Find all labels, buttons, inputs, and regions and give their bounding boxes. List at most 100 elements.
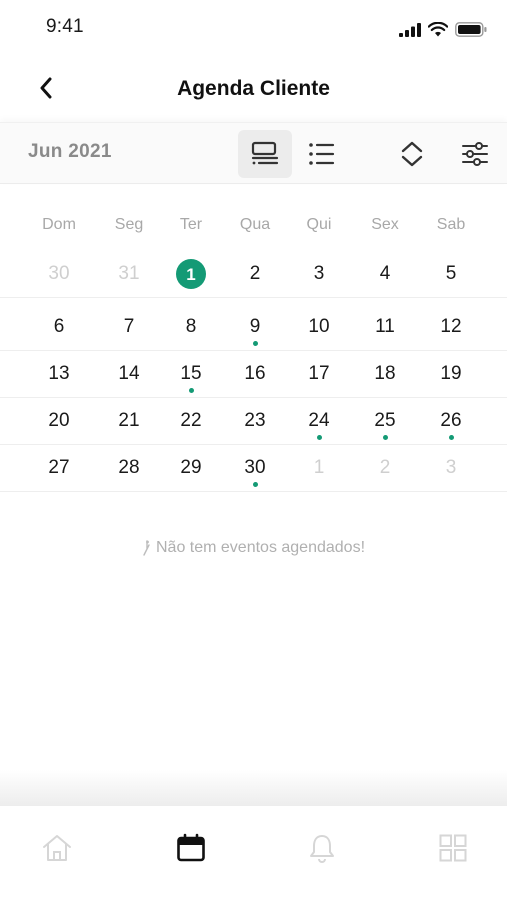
event-dot [382,435,388,440]
event-dot [316,435,322,440]
day-number: 15 [180,363,202,384]
calendar-day[interactable]: 26 [421,398,481,445]
calendar-day[interactable]: 29 [161,445,221,492]
calendar-week-row: 20 21 22 23 24 25 26 [0,398,507,445]
day-number: 30 [48,263,70,284]
calendar-day[interactable]: 7 [99,304,159,351]
day-number: 19 [440,363,462,384]
filter-button[interactable] [448,130,502,178]
calendar-day[interactable]: 30 [225,445,285,492]
calendar-day[interactable]: 20 [29,398,89,445]
weekday-label: Seg [114,216,144,233]
calendar-day-today[interactable]: 1 [161,251,221,298]
day-number: 1 [186,265,196,284]
day-number: 30 [244,457,266,478]
weekday-label: Sab [436,216,466,233]
calendar-day[interactable]: 2 [355,445,415,492]
empty-state-message: Não tem eventos agendados! [155,539,366,556]
calendar-day[interactable]: 8 [161,304,221,351]
calendar-day[interactable]: 4 [355,251,415,298]
day-number: 5 [445,263,457,284]
calendar-day[interactable]: 14 [99,351,159,398]
calendar-day[interactable]: 9 [225,304,285,351]
event-dot [252,341,258,346]
day-number: 29 [180,457,202,478]
day-number: 20 [48,410,70,431]
calendar-day[interactable]: 27 [29,445,89,492]
day-number: 2 [249,263,261,284]
day-number: 16 [244,363,266,384]
day-number: 31 [118,263,140,284]
day-number: 6 [53,316,65,337]
nav-item-notifications[interactable] [302,828,342,868]
list-view-button[interactable] [294,130,348,178]
day-number: 17 [308,363,330,384]
day-number: 11 [375,316,395,337]
calendar-day[interactable]: 24 [289,398,349,445]
day-number: 9 [249,316,261,337]
calendar-day[interactable]: 15 [161,351,221,398]
signal-icon [399,22,421,37]
day-number: 26 [440,410,462,431]
calendar-day[interactable]: 3 [421,445,481,492]
calendar-day[interactable]: 13 [29,351,89,398]
bottom-nav-shadow [0,770,507,806]
day-number: 14 [118,363,140,384]
calendar-day[interactable]: 31 [99,251,159,298]
day-number: 13 [48,363,70,384]
calendar-view-icon [251,141,279,165]
battery-icon [455,22,487,37]
calendar-day[interactable]: 10 [289,304,349,351]
calendar-week-row: 27 28 29 30 1 2 3 [0,445,507,492]
calendar-day[interactable]: 21 [99,398,159,445]
event-dot [188,388,194,393]
day-number: 22 [180,410,202,431]
calendar-view-button[interactable] [238,130,292,178]
weekday-label: Qua [239,216,271,233]
calendar-day[interactable]: 18 [355,351,415,398]
day-number: 28 [118,457,140,478]
day-number: 24 [308,410,330,431]
grid-icon [439,834,467,862]
month-label[interactable]: Jun 2021 [28,141,112,163]
day-number: 3 [313,263,325,284]
calendar-week-row: 30 31 1 2 3 4 5 [0,251,507,298]
nav-item-home[interactable] [37,828,77,868]
day-number: 4 [379,263,391,284]
empty-state: Não tem eventos agendados! [0,539,507,557]
wifi-icon [428,22,448,37]
nav-item-menu[interactable] [433,828,473,868]
day-number: 12 [440,316,462,337]
calendar-day[interactable]: 2 [225,251,285,298]
calendar-day[interactable]: 1 [289,445,349,492]
calendar-day[interactable]: 11 [355,304,415,351]
calendar-day[interactable]: 5 [421,251,481,298]
expand-collapse-button[interactable] [385,130,439,178]
calendar-day[interactable]: 16 [225,351,285,398]
day-number: 1 [313,457,325,478]
day-number: 3 [445,457,457,478]
calendar-day[interactable]: 25 [355,398,415,445]
day-number: 27 [48,457,70,478]
calendar-day[interactable]: 6 [29,304,89,351]
bottom-nav [0,806,507,900]
bell-icon [310,835,334,863]
day-number: 25 [374,410,396,431]
calendar-week-row: 6 7 8 9 10 11 12 [0,304,507,351]
calendar-day[interactable]: 12 [421,304,481,351]
status-icons [399,22,487,37]
event-dot [252,482,258,487]
calendar-day[interactable]: 17 [289,351,349,398]
list-view-icon [309,143,335,165]
calendar-day[interactable]: 22 [161,398,221,445]
day-number: 18 [374,363,396,384]
weekday-label: Dom [42,216,76,233]
app-header: Agenda Cliente [0,56,507,122]
calendar-day[interactable]: 3 [289,251,349,298]
calendar-day[interactable]: 23 [225,398,285,445]
calendar-day[interactable]: 19 [421,351,481,398]
nav-item-calendar[interactable] [171,828,211,868]
weekday-label: Sex [371,216,399,233]
calendar-day[interactable]: 28 [99,445,159,492]
calendar-day[interactable]: 30 [29,251,89,298]
